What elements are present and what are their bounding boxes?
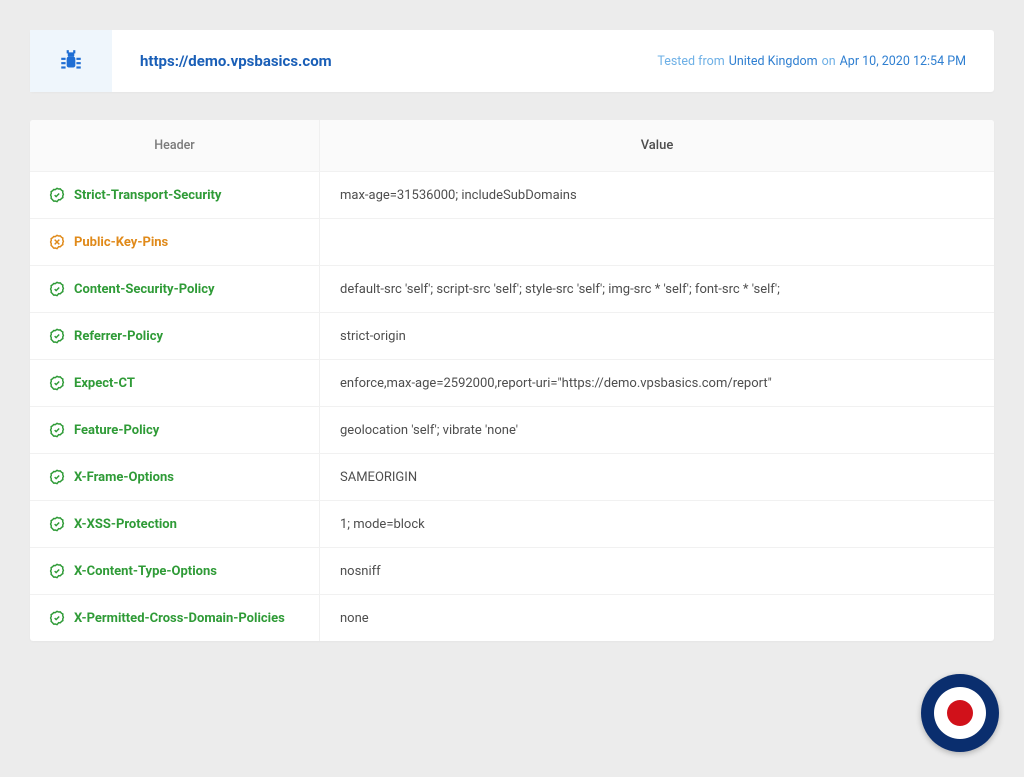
- header-name: X-Frame-Options: [74, 470, 174, 485]
- test-meta: Tested from United Kingdom on Apr 10, 20…: [657, 54, 966, 69]
- header-name: X-Permitted-Cross-Domain-Policies: [74, 611, 285, 626]
- header-name-cell: Referrer-Policy: [30, 313, 320, 359]
- roundel-red-dot: [947, 700, 973, 726]
- summary-body: https://demo.vpsbasics.com Tested from U…: [112, 30, 994, 92]
- shield-check-icon: [48, 186, 66, 204]
- header-value-cell: nosniff: [320, 548, 994, 594]
- table-row: Feature-Policy geolocation 'self'; vibrat…: [30, 406, 994, 453]
- table-row: Strict-Transport-Security max-age=3153600…: [30, 171, 994, 218]
- header-value-cell: default-src 'self'; script-src 'self'; s…: [320, 266, 994, 312]
- shield-check-icon: [48, 374, 66, 392]
- header-name-cell: Feature-Policy: [30, 407, 320, 453]
- header-name: X-XSS-Protection: [74, 517, 177, 532]
- header-name: Public-Key-Pins: [74, 235, 168, 250]
- header-value-cell: 1; mode=block: [320, 501, 994, 547]
- summary-card: https://demo.vpsbasics.com Tested from U…: [30, 30, 994, 92]
- table-row: X-XSS-Protection 1; mode=block: [30, 500, 994, 547]
- header-value-cell: geolocation 'self'; vibrate 'none': [320, 407, 994, 453]
- table-row: Expect-CT enforce,max-age=2592000,report-…: [30, 359, 994, 406]
- header-name-cell: Expect-CT: [30, 360, 320, 406]
- shield-check-icon: [48, 327, 66, 345]
- table-header-row: Header Value: [30, 120, 994, 171]
- table-row: Content-Security-Policy default-src 'self…: [30, 265, 994, 312]
- header-name: Strict-Transport-Security: [74, 188, 221, 203]
- header-name-cell: X-XSS-Protection: [30, 501, 320, 547]
- table-row: X-Content-Type-Options nosniff: [30, 547, 994, 594]
- table-row: X-Permitted-Cross-Domain-Policies none: [30, 594, 994, 641]
- test-region: United Kingdom: [729, 54, 818, 69]
- support-roundel-button[interactable]: [921, 674, 999, 752]
- roundel-white-ring: [934, 687, 986, 739]
- bug-icon-box: [30, 30, 112, 92]
- shield-x-icon: [48, 233, 66, 251]
- column-header-value: Value: [320, 120, 994, 171]
- header-name-cell: Content-Security-Policy: [30, 266, 320, 312]
- column-header-name: Header: [30, 120, 320, 171]
- header-value-cell: max-age=31536000; includeSubDomains: [320, 172, 994, 218]
- header-value-cell: SAMEORIGIN: [320, 454, 994, 500]
- header-name-cell: X-Permitted-Cross-Domain-Policies: [30, 595, 320, 641]
- header-name: Expect-CT: [74, 376, 135, 391]
- shield-check-icon: [48, 609, 66, 627]
- header-value-cell: strict-origin: [320, 313, 994, 359]
- header-name: Feature-Policy: [74, 423, 159, 438]
- header-value-cell: none: [320, 595, 994, 641]
- shield-check-icon: [48, 515, 66, 533]
- test-timestamp: Apr 10, 2020 12:54 PM: [840, 54, 966, 69]
- header-name-cell: X-Content-Type-Options: [30, 548, 320, 594]
- table-row: Public-Key-Pins: [30, 218, 994, 265]
- table-row: Referrer-Policy strict-origin: [30, 312, 994, 359]
- headers-table: Header Value Strict-Transport-Security ma…: [30, 120, 994, 641]
- table-row: X-Frame-Options SAMEORIGIN: [30, 453, 994, 500]
- test-meta-on: on: [822, 54, 836, 69]
- shield-check-icon: [48, 468, 66, 486]
- test-meta-prefix: Tested from: [657, 54, 724, 69]
- header-name-cell: Strict-Transport-Security: [30, 172, 320, 218]
- bug-icon: [57, 47, 85, 75]
- header-name-cell: Public-Key-Pins: [30, 219, 320, 265]
- tested-url: https://demo.vpsbasics.com: [140, 52, 332, 70]
- shield-check-icon: [48, 280, 66, 298]
- shield-check-icon: [48, 562, 66, 580]
- shield-check-icon: [48, 421, 66, 439]
- header-name-cell: X-Frame-Options: [30, 454, 320, 500]
- header-name: X-Content-Type-Options: [74, 564, 217, 579]
- header-value-cell: enforce,max-age=2592000,report-uri="http…: [320, 360, 994, 406]
- header-value-cell: [320, 219, 994, 265]
- header-name: Referrer-Policy: [74, 329, 163, 344]
- header-name: Content-Security-Policy: [74, 282, 215, 297]
